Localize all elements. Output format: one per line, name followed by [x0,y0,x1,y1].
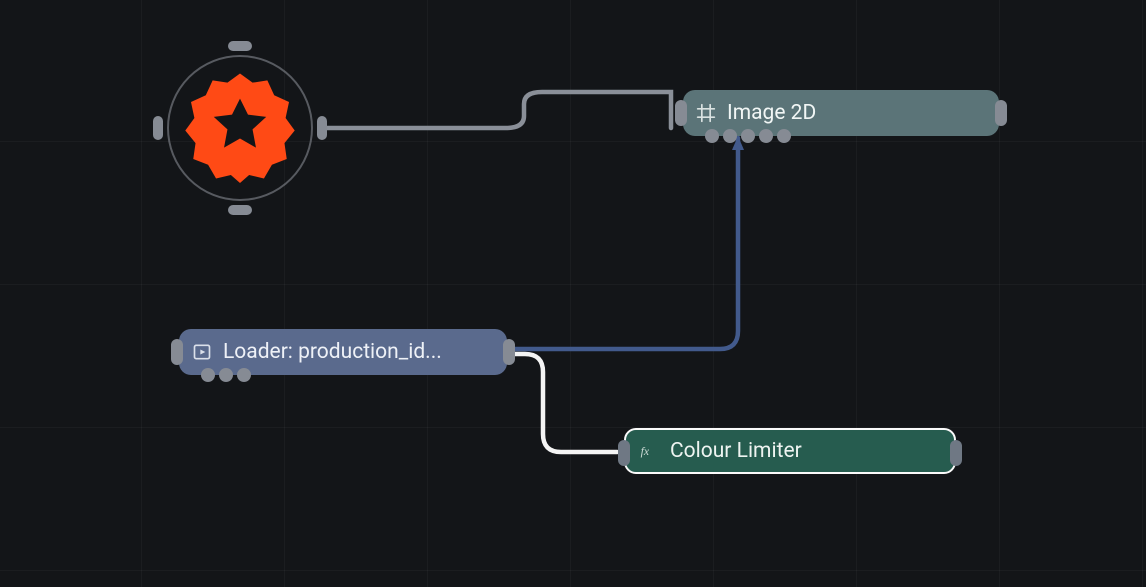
node-loader-input-port[interactable] [171,339,183,365]
root-node[interactable] [155,43,325,213]
node-colour-label: Colour Limiter [670,441,802,462]
node-image2d-bottom-ports[interactable] [705,129,791,143]
node-loader-output-port[interactable] [503,339,515,365]
play-box-icon [191,341,213,363]
node-image2d-input-port[interactable] [675,100,687,126]
root-port-top[interactable] [228,41,252,51]
root-port-right[interactable] [317,116,327,140]
node-loader[interactable]: Loader: production_id... [179,329,507,375]
node-loader-label: Loader: production_id... [223,342,442,363]
node-colour-limiter[interactable]: fx Colour Limiter [624,428,956,474]
root-port-left[interactable] [153,116,163,140]
node-colour-input-port[interactable] [618,440,630,466]
node-image2d[interactable]: Image 2D [683,90,999,136]
node-canvas[interactable]: Image 2D Loader: production_id... fx Col… [0,0,1146,587]
root-port-bottom[interactable] [228,205,252,215]
root-ring [167,55,313,201]
node-image2d-label: Image 2D [727,103,816,124]
node-loader-bottom-ports[interactable] [201,368,251,382]
frame-icon [695,102,717,124]
node-colour-output-port[interactable] [950,440,962,466]
node-image2d-output-port[interactable] [995,100,1007,126]
svg-text:fx: fx [641,445,650,458]
fx-icon: fx [638,440,660,462]
